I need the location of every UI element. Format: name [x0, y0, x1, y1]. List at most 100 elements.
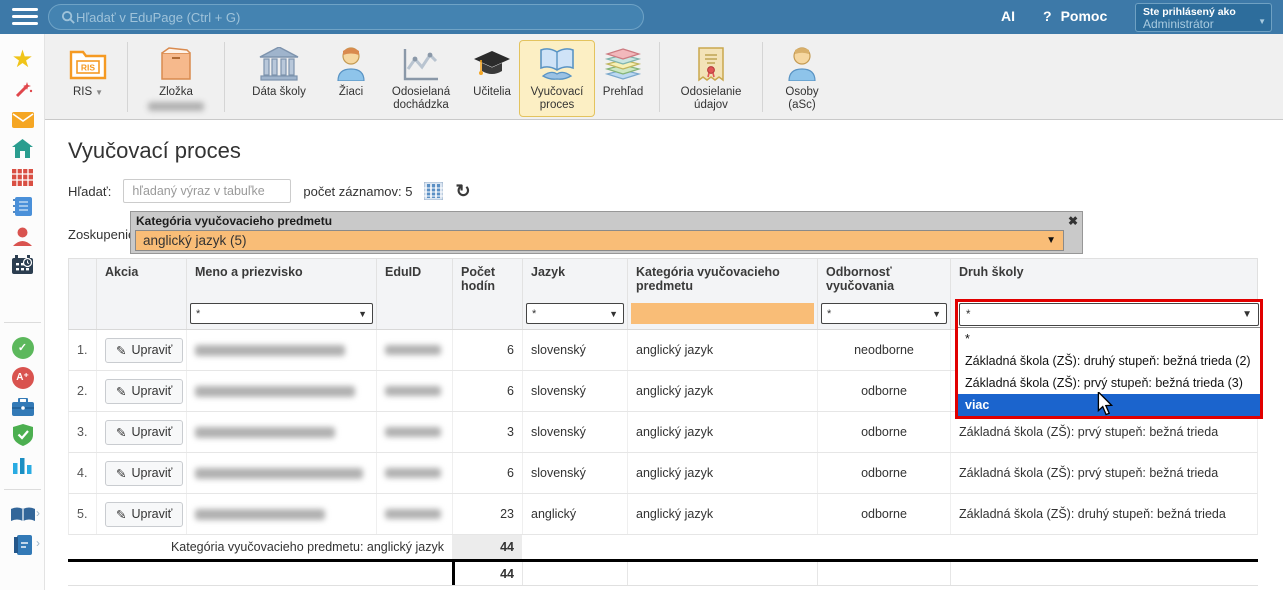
toolbar-divider — [224, 42, 225, 112]
redacted-eduid — [385, 386, 441, 396]
user-role: Administrátor — [1143, 18, 1255, 31]
calendar-clock-icon[interactable] — [10, 252, 35, 277]
chevron-down-icon: ▼ — [1242, 309, 1252, 320]
mail-icon[interactable] — [10, 107, 35, 132]
ai-button[interactable]: AI — [1001, 8, 1015, 24]
subtotal-label: Kategória vyučovacieho predmetu: anglick… — [68, 535, 452, 559]
table-search-input[interactable] — [123, 179, 291, 203]
dropdown-option[interactable]: Základná škola (ZŠ): druhý stupeň: bežná… — [958, 350, 1260, 372]
open-book-icon — [537, 45, 577, 83]
dropdown-option[interactable]: * — [958, 328, 1260, 350]
toolbar-item-data-skoly[interactable]: Dáta školy — [233, 40, 325, 104]
filter-meno-select[interactable]: *▼ — [190, 303, 373, 324]
column-settings-icon[interactable] — [424, 182, 443, 200]
check-circle-icon[interactable]: ✓ — [10, 335, 35, 360]
redacted-eduid — [385, 427, 441, 437]
question-mark-icon: ? — [1043, 8, 1052, 24]
dropdown-option[interactable]: Základná škola (ZŠ): prvý stupeň: bežná … — [958, 372, 1260, 394]
home-icon[interactable] — [10, 136, 35, 161]
line-chart-icon — [403, 45, 439, 83]
pencil-icon: ✎ — [116, 507, 126, 522]
group-subtotal-row: Kategória vyučovacieho predmetu: anglick… — [68, 535, 1258, 559]
briefcase-icon[interactable] — [10, 394, 35, 419]
chevron-down-icon: ▼ — [1046, 235, 1056, 246]
notebook-icon[interactable] — [10, 194, 35, 219]
layers-icon — [605, 45, 641, 83]
redacted-name — [195, 427, 335, 438]
search-icon — [61, 10, 76, 25]
bar-chart-icon[interactable] — [10, 452, 35, 477]
grand-total-row: 44 — [68, 559, 1258, 586]
refresh-icon[interactable]: ↻ — [455, 183, 470, 199]
library-book-icon[interactable] — [10, 502, 35, 527]
record-count: počet záznamov: 5 — [303, 184, 412, 199]
edit-button[interactable]: ✎Upraviť — [105, 338, 183, 363]
col-meno: Meno a priezvisko — [187, 259, 377, 301]
toolbar-item-prehlad[interactable]: Prehľad — [595, 40, 651, 104]
redacted-folder-name — [148, 102, 204, 111]
grouping-value-select[interactable]: anglický jazyk (5) ▼ — [135, 230, 1064, 251]
toolbar-item-ziaci[interactable]: Žiaci — [325, 40, 377, 104]
grand-total-value: 44 — [452, 562, 522, 585]
timetable-grid-icon[interactable] — [10, 165, 35, 190]
toolbar-item-ucitelia[interactable]: Učitelia — [465, 40, 519, 104]
col-odbornost: Odbornosť vyučovania — [818, 259, 951, 301]
redacted-name — [195, 468, 363, 479]
grouping-label: Zoskupenie: — [68, 227, 139, 242]
filter-jazyk-select[interactable]: *▼ — [526, 303, 624, 324]
global-search-box[interactable] — [48, 4, 644, 30]
grades-a-plus-icon[interactable]: A⁺ — [10, 365, 35, 390]
top-bar: AI ? Pomoc Ste prihlásený ako Administrá… — [0, 0, 1283, 34]
toolbar-item-odosielanie-udajov[interactable]: Odosielanie údajov — [668, 40, 754, 117]
edit-button[interactable]: ✎Upraviť — [105, 420, 183, 445]
close-icon[interactable]: ✖ — [1068, 214, 1078, 228]
table-row: 4. ✎Upraviť 6 slovenský anglický jazyk o… — [68, 453, 1258, 494]
toolbar-item-zlozka[interactable]: Zložka — [136, 40, 216, 116]
toolbar-item-vyucovaci-proces[interactable]: Vyučovací proces — [519, 40, 595, 117]
magic-wand-icon[interactable] — [10, 77, 35, 102]
toolbar-item-osoby-asc[interactable]: Osoby (aSc) — [771, 40, 833, 117]
help-label: Pomoc — [1061, 8, 1108, 24]
filter-druh-skoly-select[interactable]: * ▼ — [959, 303, 1259, 326]
toolbar-item-odosielana-dochadzka[interactable]: Odosielaná dochádzka — [377, 40, 465, 117]
edupage-window: AI ? Pomoc Ste prihlásený ako Administrá… — [0, 0, 1283, 590]
edit-button[interactable]: ✎Upraviť — [105, 461, 183, 486]
chevron-down-icon: ▼ — [609, 309, 618, 319]
help-button[interactable]: ? Pomoc — [1043, 8, 1107, 24]
chevron-down-icon: ▼ — [95, 88, 103, 97]
filter-odbornost-select[interactable]: *▼ — [821, 303, 947, 324]
toolbar-item-ris[interactable]: RIS RIS▼ — [57, 40, 119, 104]
chevron-down-icon: ▼ — [358, 309, 367, 319]
col-kategoria: Kategória vyučovacieho predmetu — [628, 259, 818, 301]
chevron-down-icon: ▼ — [932, 309, 941, 319]
edit-button[interactable]: ✎Upraviť — [105, 502, 183, 527]
toolbar-divider — [659, 42, 660, 112]
filter-kategoria-input[interactable] — [631, 303, 814, 324]
ris-folder-icon: RIS — [69, 45, 107, 83]
redacted-name — [195, 345, 345, 356]
hamburger-menu-icon[interactable] — [12, 8, 38, 26]
person-icon[interactable] — [10, 223, 35, 248]
module-toolbar: RIS RIS▼ Zložka Dáta školy Žiaci — [45, 34, 1283, 120]
grouping-selected-value: anglický jazyk (5) — [143, 233, 247, 248]
shield-check-icon[interactable] — [10, 422, 35, 447]
table-row: 5. ✎Upraviť 23 anglický anglický jazyk o… — [68, 494, 1258, 535]
star-icon[interactable]: ★ — [10, 47, 35, 72]
certificate-icon — [697, 45, 725, 83]
documents-icon[interactable] — [10, 532, 35, 557]
page-title: Vyučovací proces — [68, 138, 241, 164]
table-search-row: Hľadať: počet záznamov: 5 ↻ — [68, 178, 471, 204]
logged-in-user-dropdown[interactable]: Ste prihlásený ako Administrátor ▼ — [1135, 3, 1272, 32]
sidebar-divider — [4, 322, 41, 323]
table-header-row: Akcia Meno a priezvisko EduID Počet hodí… — [68, 258, 1258, 301]
chevron-right-icon[interactable]: › — [36, 536, 40, 550]
col-pocet-hodin: Počet hodín — [453, 259, 523, 301]
person-blue-icon — [787, 45, 817, 83]
redacted-eduid — [385, 509, 441, 519]
global-search-input[interactable] — [76, 10, 631, 25]
edit-button[interactable]: ✎Upraviť — [105, 379, 183, 404]
grouping-box: Kategória vyučovacieho predmetu ✖ anglic… — [130, 211, 1083, 254]
chevron-right-icon[interactable]: › — [36, 506, 40, 520]
col-rownum — [69, 259, 97, 301]
graduation-cap-icon — [473, 45, 511, 83]
